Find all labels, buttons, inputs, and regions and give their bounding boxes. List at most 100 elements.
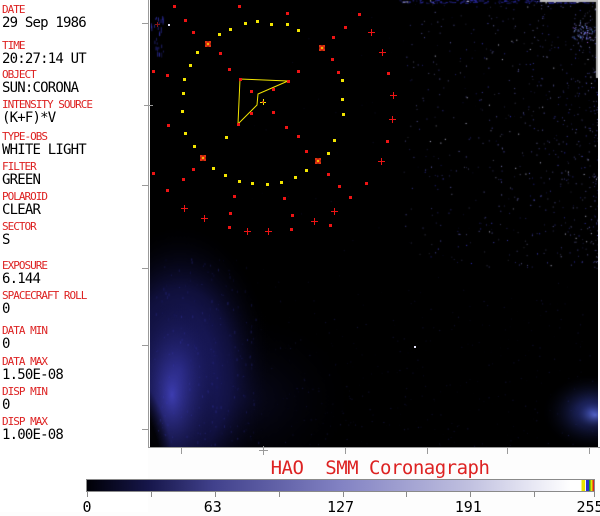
colorbar-tick bbox=[278, 492, 280, 497]
coronagraph-display bbox=[150, 0, 598, 447]
yellow-fiducial-dot bbox=[332, 138, 336, 142]
yellow-fiducial-dot bbox=[217, 32, 221, 36]
red-fiducial-dot bbox=[236, 122, 240, 126]
yellow-fiducial-dot bbox=[341, 112, 345, 116]
red-plus-marker bbox=[378, 48, 386, 56]
red-plus-marker bbox=[330, 207, 338, 215]
field-value-spacecraft-roll: 0 bbox=[2, 301, 10, 317]
field-value-date: 29 Sep 1986 bbox=[2, 15, 87, 31]
red-fiducial-dot bbox=[271, 110, 275, 114]
fiducial-polygon bbox=[237, 78, 289, 126]
red-fiducial-dot bbox=[285, 11, 289, 15]
left-axis-tick bbox=[142, 429, 148, 430]
red-x-yellow-center-marker bbox=[200, 155, 206, 161]
colorbar-label-191: 191 bbox=[454, 498, 482, 516]
red-plus-marker bbox=[367, 28, 375, 36]
colorbar-tick bbox=[470, 492, 472, 497]
yellow-fiducial-dot bbox=[243, 21, 247, 25]
yellow-fiducial-dot bbox=[224, 135, 228, 139]
red-fiducial-dot bbox=[218, 51, 222, 55]
colorbar-label-0: 0 bbox=[82, 498, 92, 516]
yellow-fiducial-dot bbox=[285, 22, 289, 26]
red-fiducial-dot bbox=[331, 35, 335, 39]
yellow-fiducial-dot bbox=[211, 166, 215, 170]
red-fiducial-dot bbox=[386, 71, 390, 75]
white-speck bbox=[168, 24, 170, 26]
red-fiducial-dot bbox=[330, 57, 334, 61]
colorbar-label-255: 255 bbox=[576, 498, 600, 516]
yellow-fiducial-dot bbox=[182, 77, 186, 81]
red-fiducial-dot bbox=[284, 125, 288, 129]
red-fiducial-dot bbox=[165, 188, 169, 192]
red-fiducial-dot bbox=[348, 195, 352, 199]
colorbar-label-127: 127 bbox=[326, 498, 355, 516]
colorbar-tick bbox=[594, 492, 595, 497]
red-fiducial-dot bbox=[286, 79, 290, 83]
field-value-time: 20:27:14 UT bbox=[2, 51, 87, 67]
yellow-fiducial-dot bbox=[237, 179, 241, 183]
red-fiducial-dot bbox=[237, 4, 241, 8]
yellow-fiducial-dot bbox=[255, 19, 259, 23]
red-fiducial-dot bbox=[232, 194, 236, 198]
yellow-fiducial-dot bbox=[340, 78, 344, 82]
red-fiducial-dot bbox=[249, 111, 253, 115]
yellow-fiducial-dot bbox=[293, 175, 297, 179]
red-fiducial-dot bbox=[282, 196, 286, 200]
field-value-object: SUN:CORONA bbox=[2, 80, 79, 96]
red-fiducial-dot bbox=[151, 69, 155, 73]
bottom-axis-tick bbox=[345, 448, 346, 454]
colorbar-tick bbox=[150, 492, 152, 497]
red-fiducial-dot bbox=[296, 134, 300, 138]
red-fiducial-dot bbox=[328, 223, 332, 227]
yellow-fiducial-dot bbox=[228, 27, 232, 31]
red-plus-marker bbox=[264, 227, 272, 235]
colorbar-tick bbox=[342, 492, 344, 497]
coronagraph-viewer: DATE 29 Sep 1986 TIME 20:27:14 UT OBJECT SUN:… bbox=[0, 0, 600, 516]
yellow-fiducial-dot bbox=[180, 109, 184, 113]
metadata-sidebar: DATE 29 Sep 1986 TIME 20:27:14 UT OBJECT SUN:… bbox=[0, 0, 148, 512]
red-plus-marker bbox=[200, 214, 208, 222]
colorbar-tick bbox=[406, 492, 408, 497]
red-fiducial-dot bbox=[337, 184, 341, 188]
red-fiducial-dot bbox=[166, 123, 170, 127]
yellow-fiducial-dot bbox=[340, 97, 344, 101]
yellow-fiducial-dot bbox=[250, 181, 254, 185]
field-value-disp-min: 0 bbox=[2, 397, 10, 413]
colorbar-tick bbox=[87, 492, 88, 497]
left-axis-tick bbox=[142, 268, 148, 269]
yellow-fiducial-dot bbox=[223, 173, 227, 177]
yellow-fiducial-dot bbox=[181, 91, 185, 95]
yellow-fiducial-dot bbox=[269, 22, 273, 26]
red-fiducial-dot bbox=[228, 211, 232, 215]
red-fiducial-dot bbox=[304, 149, 308, 153]
yellow-fiducial-dot bbox=[296, 28, 300, 32]
red-plus-marker bbox=[310, 217, 318, 225]
yellow-fiducial-dot bbox=[195, 50, 199, 54]
left-axis-line bbox=[148, 0, 149, 448]
field-value-polaroid: CLEAR bbox=[2, 202, 41, 218]
yellow-fiducial-dot bbox=[192, 144, 196, 148]
red-fiducial-dot bbox=[165, 73, 169, 77]
red-plus-marker bbox=[180, 204, 188, 212]
left-axis-tick bbox=[142, 345, 148, 346]
field-value-exposure: 6.144 bbox=[2, 271, 41, 287]
red-plus-marker bbox=[388, 115, 396, 123]
red-fiducial-dot bbox=[172, 4, 176, 8]
red-fiducial-dot bbox=[289, 227, 293, 231]
field-value-data-max: 1.50E-08 bbox=[2, 367, 64, 383]
bottom-axis-tick bbox=[427, 448, 428, 454]
left-axis-tick bbox=[142, 23, 148, 24]
yellow-fiducial-dot bbox=[183, 131, 187, 135]
yellow-fiducial-dot bbox=[326, 151, 330, 155]
red-fiducial-dot bbox=[151, 171, 155, 175]
red-x-yellow-center-marker bbox=[315, 158, 321, 164]
white-speck bbox=[414, 346, 416, 348]
yellow-fiducial-dot bbox=[304, 168, 308, 172]
field-value-disp-max: 1.00E-08 bbox=[2, 427, 64, 443]
bottom-axis-tick bbox=[589, 448, 590, 454]
red-fiducial-dot bbox=[290, 213, 294, 217]
red-plus-marker bbox=[243, 227, 251, 235]
red-fiducial-dot bbox=[181, 177, 185, 181]
red-fiducial-dot bbox=[364, 181, 368, 185]
colorbar-label-63: 63 bbox=[203, 498, 222, 516]
